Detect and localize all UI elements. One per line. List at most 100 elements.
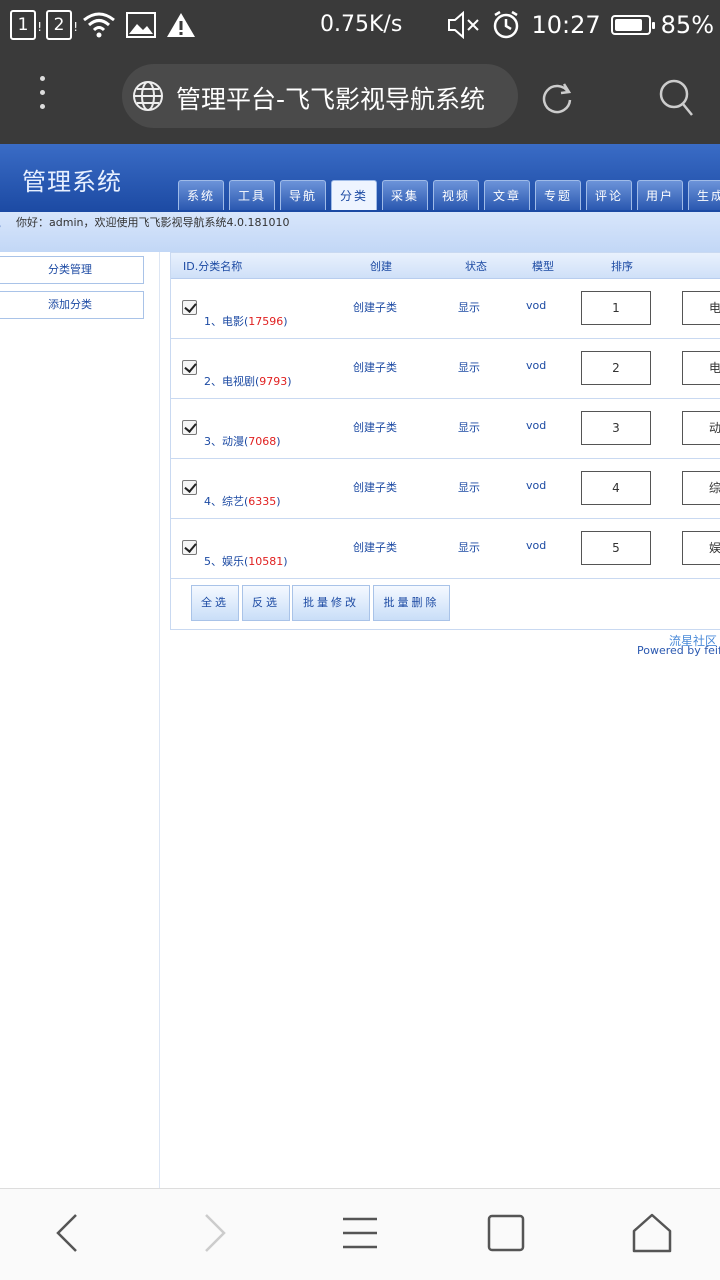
video-count: 10581 [248, 555, 284, 568]
category-name-link[interactable]: 1、电影(17596) [204, 313, 288, 329]
welcome-text: 你好：admin，欢迎使用飞飞影视导航系统4.0.181010 [16, 216, 290, 229]
name-input[interactable]: 动 [682, 411, 720, 445]
select-all-button[interactable]: 全选 [191, 585, 239, 621]
video-count: 7068 [248, 435, 277, 448]
col-model: 模型 [532, 260, 554, 273]
mute-icon [448, 11, 480, 39]
model-label: vod [526, 299, 547, 312]
table-row: 4、综艺(6335) 创建子类 显示 vod 4 综 [171, 459, 720, 519]
order-input[interactable]: 1 [581, 291, 651, 325]
menu-icon[interactable] [338, 1211, 382, 1255]
menu-category-manage[interactable]: 分类管理 [0, 256, 144, 284]
net-speed: 0.75K/s [320, 12, 403, 37]
col-status: 状态 [465, 260, 487, 273]
batch-delete-button[interactable]: 批量删除 [373, 585, 450, 621]
wifi-icon [83, 12, 115, 38]
warning-icon [167, 13, 195, 37]
order-input[interactable]: 3 [581, 411, 651, 445]
nav-tab-9[interactable]: 用户 [637, 180, 683, 210]
create-subcategory-link[interactable]: 创建子类 [353, 299, 397, 315]
marker-icon: ◦ [0, 222, 2, 233]
col-order: 排序 [611, 260, 633, 273]
batch-edit-button[interactable]: 批量修改 [292, 585, 370, 621]
sim1-icon: 1! [10, 10, 42, 40]
col-create: 创建 [370, 260, 392, 273]
admin-header: 管理系统 系统工具导航分类采集视频文章专题评论用户生成 [0, 144, 720, 212]
name-input[interactable]: 电 [682, 351, 720, 385]
overflow-menu-icon[interactable] [36, 76, 52, 118]
welcome-bar: ◦ 你好：admin，欢迎使用飞飞影视导航系统4.0.181010 [0, 212, 720, 252]
table-row: 3、动漫(7068) 创建子类 显示 vod 3 动 [171, 399, 720, 459]
status-toggle-link[interactable]: 显示 [458, 479, 480, 495]
status-toggle-link[interactable]: 显示 [458, 419, 480, 435]
menu-add-category[interactable]: 添加分类 [0, 291, 144, 319]
video-count: 17596 [248, 315, 284, 328]
row-checkbox[interactable] [182, 420, 197, 435]
status-bar: 1! 2! 0.75K/s 10:27 85% [0, 0, 720, 50]
nav-tab-10[interactable]: 生成 [688, 180, 720, 210]
nav-tabs: 系统工具导航分类采集视频文章专题评论用户生成 [178, 180, 720, 210]
model-label: vod [526, 359, 547, 372]
table-row: 1、电影(17596) 创建子类 显示 vod 1 电 [171, 279, 720, 339]
nav-tab-5[interactable]: 视频 [433, 180, 479, 210]
category-name-link[interactable]: 5、娱乐(10581) [204, 553, 288, 569]
footer-powered-by: Powered by feifeicms [637, 644, 720, 657]
name-input[interactable]: 电 [682, 291, 720, 325]
nav-tab-6[interactable]: 文章 [484, 180, 530, 210]
nav-tab-4[interactable]: 采集 [382, 180, 428, 210]
home-icon[interactable] [630, 1211, 674, 1255]
nav-tab-1[interactable]: 工具 [229, 180, 275, 210]
order-input[interactable]: 5 [581, 531, 651, 565]
name-input[interactable]: 娱 [682, 531, 720, 565]
battery-icon [610, 15, 655, 35]
col-id-name: ID.分类名称 [183, 260, 243, 273]
battery-percent: 85% [660, 11, 714, 39]
status-toggle-link[interactable]: 显示 [458, 359, 480, 375]
left-menu: 分类管理 添加分类 [0, 252, 160, 1188]
row-checkbox[interactable] [182, 540, 197, 555]
search-icon[interactable] [658, 78, 694, 118]
model-label: vod [526, 479, 547, 492]
alarm-icon [494, 10, 519, 39]
status-toggle-link[interactable]: 显示 [458, 539, 480, 555]
table-row: 2、电视剧(9793) 创建子类 显示 vod 2 电 [171, 339, 720, 399]
model-label: vod [526, 539, 547, 552]
table-header: ID.分类名称 创建 状态 模型 排序 [171, 253, 720, 279]
forward-icon[interactable] [192, 1211, 236, 1255]
nav-tab-3[interactable]: 分类 [331, 180, 377, 210]
tabs-icon[interactable] [484, 1211, 528, 1255]
invert-select-button[interactable]: 反选 [242, 585, 290, 621]
reload-icon[interactable] [540, 80, 574, 114]
nav-tab-7[interactable]: 专题 [535, 180, 581, 210]
order-input[interactable]: 2 [581, 351, 651, 385]
address-bar[interactable]: 管理平台-飞飞影视导航系统 [122, 64, 518, 128]
name-input[interactable]: 综 [682, 471, 720, 505]
back-icon[interactable] [46, 1211, 90, 1255]
sim2-icon: 2! [46, 10, 78, 40]
model-label: vod [526, 419, 547, 432]
row-checkbox[interactable] [182, 360, 197, 375]
create-subcategory-link[interactable]: 创建子类 [353, 479, 397, 495]
category-name-link[interactable]: 4、综艺(6335) [204, 493, 281, 509]
category-name-link[interactable]: 3、动漫(7068) [204, 433, 281, 449]
create-subcategory-link[interactable]: 创建子类 [353, 359, 397, 375]
action-bar: 全选 反选 批量修改 批量删除 [171, 577, 720, 629]
page-title: 管理平台-飞飞影视导航系统 [176, 85, 486, 114]
video-count: 6335 [248, 495, 277, 508]
browser-toolbar: 管理平台-飞飞影视导航系统 [0, 50, 720, 144]
browser-bottom-nav [0, 1188, 720, 1280]
nav-tab-2[interactable]: 导航 [280, 180, 326, 210]
row-checkbox[interactable] [182, 300, 197, 315]
category-name-link[interactable]: 2、电视剧(9793) [204, 373, 292, 389]
image-icon [126, 12, 156, 38]
order-input[interactable]: 4 [581, 471, 651, 505]
nav-tab-8[interactable]: 评论 [586, 180, 632, 210]
status-toggle-link[interactable]: 显示 [458, 299, 480, 315]
nav-tab-0[interactable]: 系统 [178, 180, 224, 210]
create-subcategory-link[interactable]: 创建子类 [353, 419, 397, 435]
clock: 10:27 [531, 11, 601, 39]
video-count: 9793 [259, 375, 288, 388]
row-checkbox[interactable] [182, 480, 197, 495]
create-subcategory-link[interactable]: 创建子类 [353, 539, 397, 555]
table-row: 5、娱乐(10581) 创建子类 显示 vod 5 娱 [171, 519, 720, 579]
